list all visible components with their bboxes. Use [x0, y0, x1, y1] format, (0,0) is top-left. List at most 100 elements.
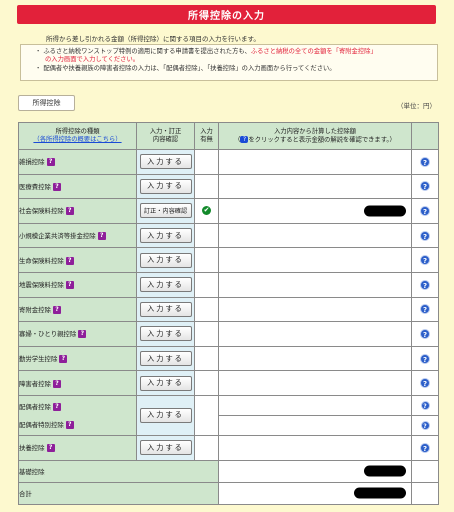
help-chip-icon[interactable]: ? [65, 256, 74, 265]
row-amount-cell [218, 222, 412, 249]
row-name-line: 配偶者控除? [19, 402, 136, 411]
row-name-cell: 合計 [18, 481, 219, 505]
row-name: 扶養控除 [19, 444, 45, 453]
help-icon[interactable]: ? [420, 442, 430, 453]
row-name: 医療費控除 [19, 182, 51, 191]
help-chip-icon[interactable]: ? [46, 158, 55, 167]
row-name-cell: 医療費控除? [18, 173, 137, 200]
overview-link[interactable]: （各所得控除の概要はこちら） [19, 136, 136, 144]
help-chip-icon[interactable]: ? [46, 444, 55, 453]
input-button[interactable]: 入力する [139, 228, 192, 244]
header-help [411, 122, 439, 150]
help-icon[interactable]: ? [420, 181, 430, 192]
row-name-cell: 寄附金控除? [18, 296, 137, 323]
table-row: 寄附金控除? 入力する ? [18, 296, 439, 323]
row-amount-cell [218, 434, 412, 461]
deduction-table: 所得控除の種類 （各所得控除の概要はこちら） 入力・訂正 内容確認 入力 有無 … [18, 122, 439, 505]
help-icon[interactable]: ? [420, 156, 430, 167]
help-chip-icon[interactable]: ? [52, 379, 61, 388]
row-help-cell: ? [411, 434, 439, 461]
check-icon: ✔ [202, 206, 211, 216]
row-name-cell: 基礎控除 [18, 459, 219, 483]
row-name-cell: 扶養控除? [18, 434, 137, 461]
row-status-cell [194, 394, 219, 436]
help-icon[interactable]: ? [420, 279, 430, 290]
row-name-2: 配偶者特別控除 [19, 420, 64, 429]
input-button[interactable]: 入力する [139, 178, 192, 194]
help-icon[interactable]: ? [420, 328, 430, 339]
help-chip-icon[interactable]: ? [52, 305, 61, 314]
row-help-cell: ? [411, 321, 439, 347]
help-icon[interactable]: ? [420, 378, 430, 389]
help-chip-icon[interactable]: ? [78, 330, 87, 339]
edit-confirm-button[interactable]: 訂正・内容確認 [139, 203, 192, 219]
help-chip-icon[interactable]: ? [52, 182, 61, 191]
header-calc: 入力内容から計算した控除額 （? をクリックすると表示金額の解説を確認できます。） [218, 122, 412, 150]
help-icon[interactable]: ? [420, 353, 430, 364]
help-icon[interactable]: ? [420, 304, 430, 315]
row-help-cell: ? [411, 173, 439, 200]
notice-line-2-text: 配偶者や扶養親族の障害者控除の入力は、「配偶者控除」、「扶養控除」の入力画面から… [43, 64, 336, 72]
masked-amount [354, 487, 406, 499]
input-button[interactable]: 入力する [139, 252, 192, 268]
row-amount-cell [218, 459, 412, 483]
help-chip-icon[interactable]: ? [97, 232, 106, 241]
row-help-cell: ? [411, 271, 439, 298]
row-amount-cell [218, 345, 412, 372]
help-icon[interactable]: ? [420, 230, 430, 241]
row-action-cell: 入力する [136, 173, 195, 200]
input-button[interactable]: 入力する [139, 351, 192, 367]
row-name-cell: 勤労学生控除? [18, 345, 137, 372]
row-amount-cell [218, 394, 412, 416]
row-status-cell [194, 345, 219, 372]
help-chip-icon[interactable]: ? [52, 402, 61, 411]
row-action-cell: 入力する [136, 296, 195, 323]
header-kind: 所得控除の種類 （各所得控除の概要はこちら） [18, 122, 137, 150]
help-icon[interactable]: ? [420, 420, 430, 430]
row-name-cell: 地震保険料控除? [18, 271, 137, 298]
header-calc-line1: 入力内容から計算した控除額 [274, 127, 356, 135]
table-row: 合計 [18, 481, 439, 505]
row-action-cell: 訂正・内容確認 [136, 198, 195, 224]
header-calc-line2: （? をクリックすると表示金額の解説を確認できます。） [219, 135, 411, 144]
row-help-cell: ? [411, 345, 439, 372]
help-chip-icon[interactable]: ? [59, 355, 68, 364]
tab-income-deduction[interactable]: 所得控除 [18, 95, 75, 111]
row-name: 雑損控除 [19, 158, 45, 167]
row-name: 寄附金控除 [19, 305, 51, 314]
row-amount-cell [218, 173, 412, 200]
help-icon[interactable]: ? [420, 400, 430, 410]
input-button[interactable]: 入力する [139, 375, 192, 391]
help-chip-icon[interactable]: ? [65, 207, 74, 216]
input-button[interactable]: 入力する [139, 154, 192, 170]
input-button[interactable]: 入力する [139, 440, 192, 456]
row-status-cell [194, 370, 219, 396]
row-amount-cell [218, 370, 412, 396]
row-status-cell [194, 247, 219, 273]
row-help-cell: ? [411, 296, 439, 323]
row-action-cell: 入力する [136, 149, 195, 175]
row-name: 勤労学生控除 [19, 355, 58, 364]
row-name: 社会保険料控除 [19, 207, 64, 216]
help-chip-icon[interactable]: ? [65, 420, 74, 429]
input-button[interactable]: 入力する [139, 326, 192, 342]
row-name: 地震保険料控除 [19, 281, 64, 290]
input-button[interactable]: 入力する [139, 301, 192, 317]
unit-label: （単位：円） [397, 102, 436, 110]
row-action-cell: 入力する [136, 247, 195, 273]
table-row: 寡婦・ひとり親控除? 入力する ? [18, 321, 439, 347]
header-has-input: 入力 有無 [194, 122, 219, 150]
row-action-cell: 入力する [136, 394, 195, 436]
notice-line-1-text: ふるさと納税ワンストップ特例の適用に関する申請書を提出された方も、 [43, 48, 251, 55]
input-button[interactable]: 入力する [139, 277, 192, 293]
help-icon[interactable]: ? [420, 205, 430, 216]
input-button[interactable]: 入力する [139, 407, 192, 423]
row-help-cell: ? [411, 394, 439, 416]
row-amount-cell [218, 296, 412, 323]
row-action-cell: 入力する [136, 434, 195, 461]
intro-text: 所得から差し引かれる金額（所得控除）に関する項目の入力を行います。 [46, 35, 260, 43]
row-name-cell: 生命保険料控除? [18, 247, 137, 273]
help-chip-icon[interactable]: ? [65, 281, 74, 290]
help-icon[interactable]: ? [420, 255, 430, 266]
table-header-row: 所得控除の種類 （各所得控除の概要はこちら） 入力・訂正 内容確認 入力 有無 … [18, 122, 439, 150]
